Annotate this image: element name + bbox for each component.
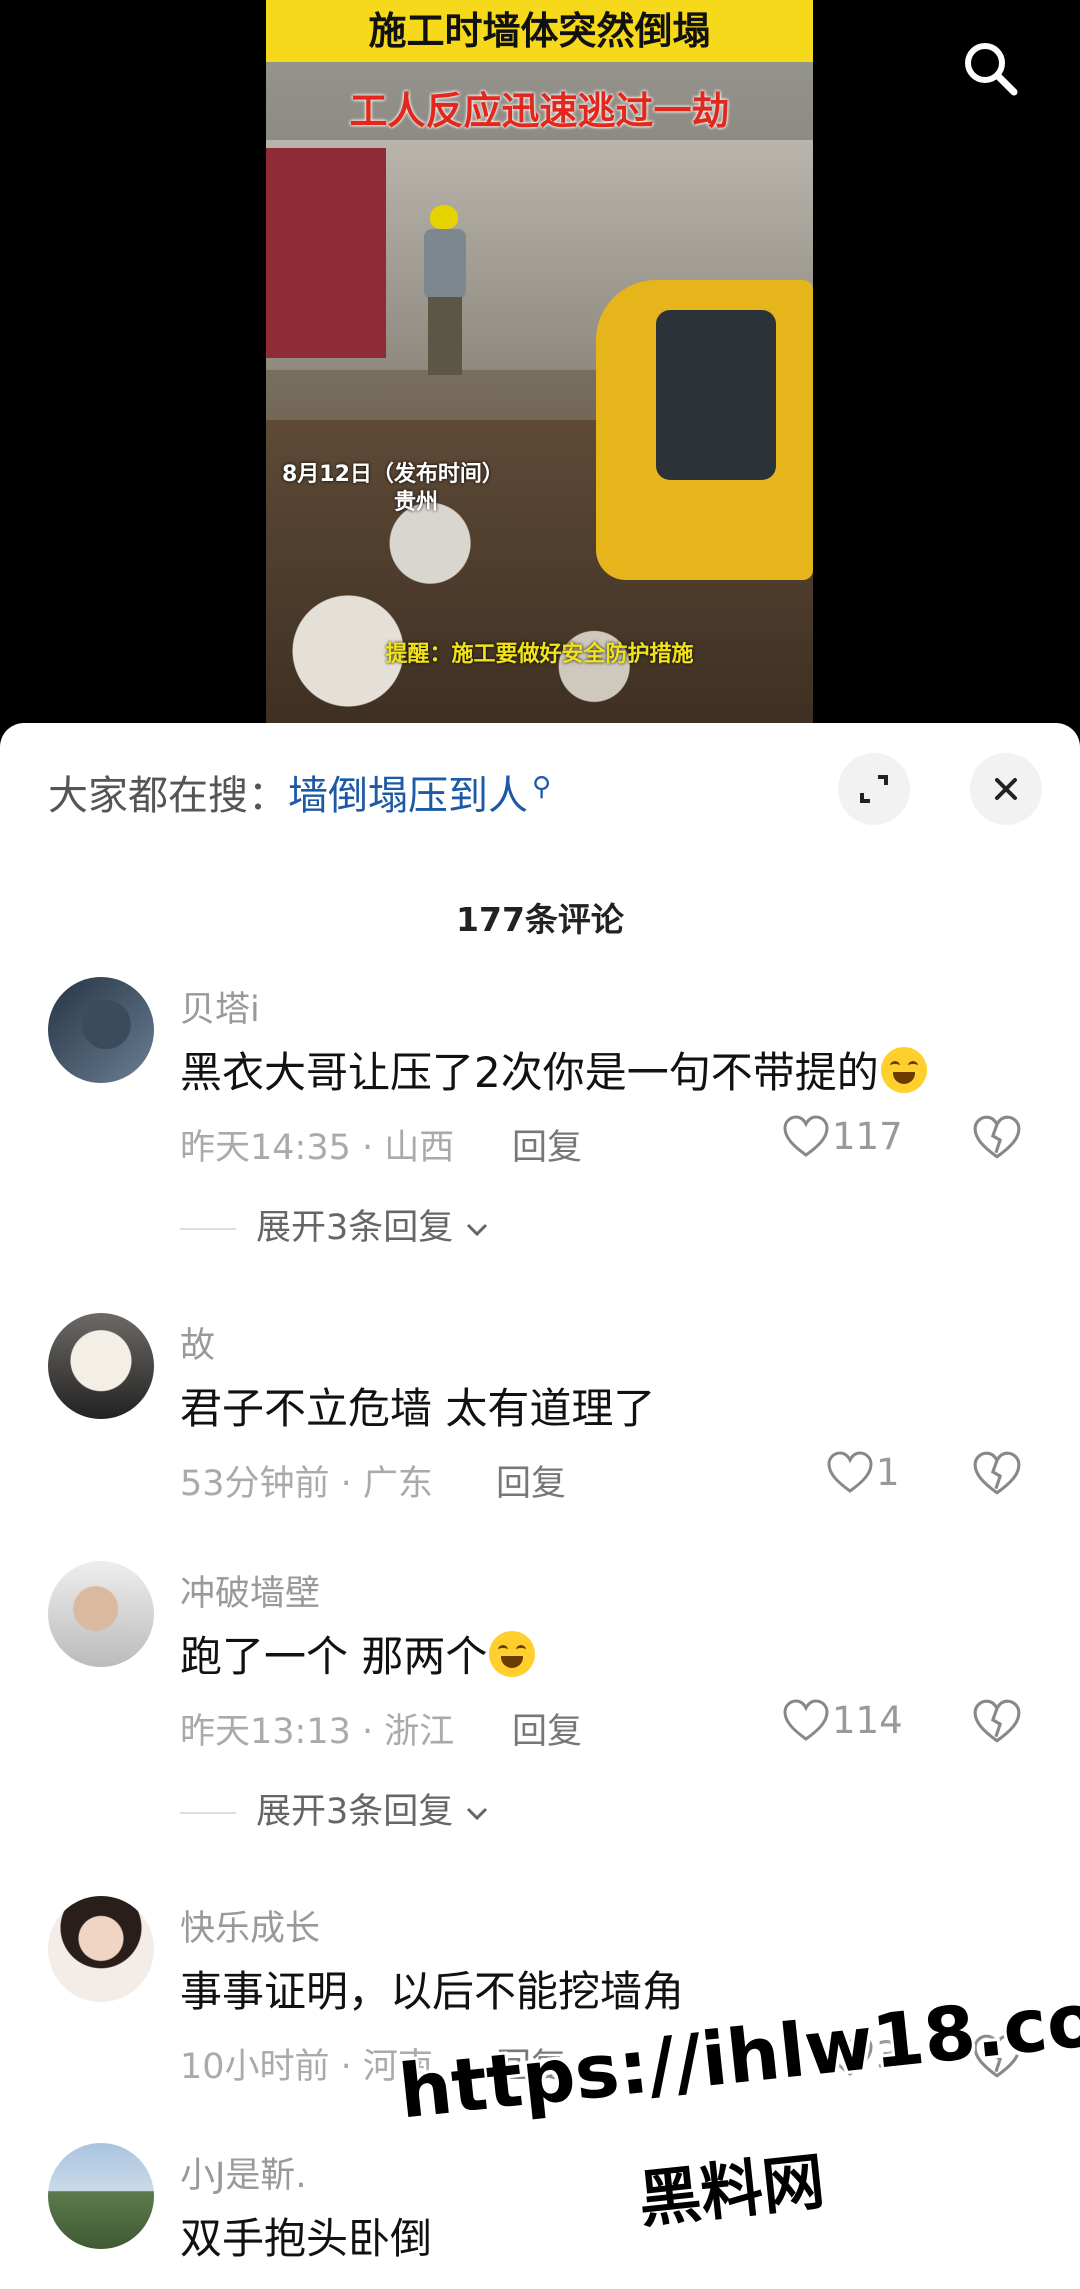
comment-text: 双手抱头卧倒 [180,2214,433,2263]
comment-author[interactable]: 冲破墙壁 [180,1565,320,1616]
broken-heart-icon [973,1699,1021,1743]
broken-heart-icon [973,1115,1021,1159]
heart-icon [783,1114,829,1157]
avatar[interactable] [48,2143,154,2249]
avatar[interactable] [48,1896,154,2002]
like-count: 1 [876,1451,900,1494]
comment-text: 君子不立危墙 太有道理了 [180,1384,656,1433]
comment-meta: 53分钟前 · 广东 [180,1464,433,1504]
heart-icon [783,1698,829,1741]
reply-button[interactable]: 回复 [512,1703,582,1754]
search-small-icon: ⚲ [532,771,552,802]
laughing-emoji-icon [880,1047,927,1093]
comment-text: 黑衣大哥让压了2次你是一句不带提的 [180,1039,927,1100]
reply-button[interactable]: 回复 [496,1455,566,1506]
like-button[interactable]: 1 [826,1449,900,1499]
like-button[interactable]: 114 [782,1697,903,1747]
comment-meta: 昨天14:35 · 山西 [180,1128,455,1168]
dislike-button[interactable] [972,1697,1022,1747]
crying-laughing-emoji-icon [489,1631,536,1677]
reply-button[interactable]: 回复 [512,1119,582,1170]
avatar[interactable] [48,977,154,1083]
heart-icon [827,1450,873,1493]
close-button[interactable] [970,753,1042,825]
comment-author[interactable]: 小J是靳. [180,2147,306,2198]
video-reminder: 提醒：施工要做好安全防护措施 [385,642,694,667]
hot-search-keyword[interactable]: 墙倒塌压到人 [288,773,528,819]
hot-search-bar[interactable]: 大家都在搜：墙倒塌压到人 ⚲ [48,763,551,821]
comment-author[interactable]: 贝塔i [180,981,260,1032]
dislike-button[interactable] [972,1113,1022,1163]
like-count: 117 [832,1115,903,1158]
like-button[interactable]: 117 [782,1113,903,1163]
chevron-down-icon [467,1807,488,1821]
chevron-down-icon [467,1223,488,1237]
expand-replies-button[interactable]: 展开3条回复 [180,1783,490,1834]
hot-search-prefix: 大家都在搜： [48,773,288,819]
video-date: 8月12日（发布时间） [282,462,504,487]
avatar[interactable] [48,1561,154,1667]
expand-replies-button[interactable]: 展开3条回复 [180,1199,490,1250]
video-caption-sub: 工人反应迅速逃过一劫 [349,89,730,133]
dislike-button[interactable] [972,1449,1022,1499]
comment-author[interactable]: 故 [180,1317,215,1368]
expand-icon [860,775,888,803]
video-caption-top: 施工时墙体突然倒塌 [266,0,813,62]
broken-heart-icon [973,1451,1021,1495]
close-icon [995,778,1017,800]
video-location: 贵州 [394,490,439,515]
video-worker [416,205,472,375]
avatar[interactable] [48,1313,154,1419]
like-count: 114 [832,1699,903,1742]
search-icon[interactable] [960,38,1020,98]
comment-count: 177条评论 [456,900,624,939]
video-excavator [596,280,813,580]
comment-meta: 10小时前 · 河南 [180,2047,433,2087]
comment-author[interactable]: 快乐成长 [180,1900,320,1951]
video-frame: 施工时墙体突然倒塌 工人反应迅速逃过一劫 8月12日（发布时间） 贵州 提醒：施… [266,0,813,728]
comment-text: 跑了一个 那两个 [180,1623,536,1684]
comment-text: 事事证明，以后不能挖墙角 [180,1967,685,2016]
video-door [266,148,386,358]
video-player[interactable]: 施工时墙体突然倒塌 工人反应迅速逃过一劫 8月12日（发布时间） 贵州 提醒：施… [0,0,1080,728]
expand-button[interactable] [838,753,910,825]
comment-meta: 昨天13:13 · 浙江 [180,1712,455,1752]
